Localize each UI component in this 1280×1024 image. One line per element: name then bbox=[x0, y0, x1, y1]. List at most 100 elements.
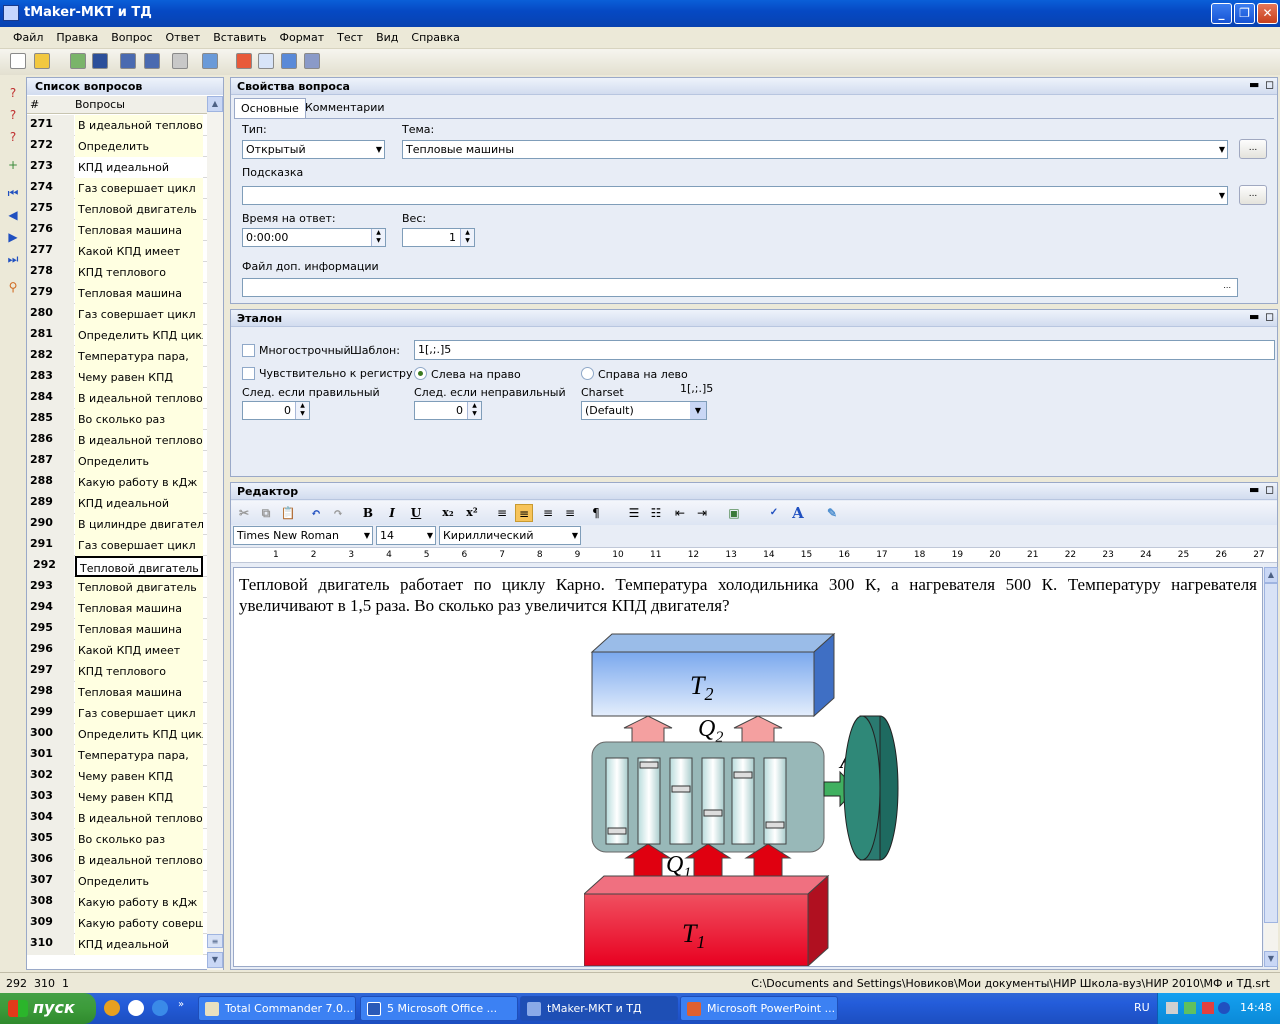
next-if-wrong-spinner[interactable]: ▲ ▼ bbox=[467, 402, 481, 419]
question-row[interactable]: 303 Чему равен КПД bbox=[27, 787, 207, 808]
paste-icon[interactable]: 📋 bbox=[279, 504, 297, 522]
question-row[interactable]: 293 Тепловой двигатель bbox=[27, 577, 207, 598]
outdent-icon[interactable]: ⇤ bbox=[671, 504, 689, 522]
font-family-select[interactable]: Times New Roman ▼ bbox=[233, 526, 373, 545]
menu-help[interactable]: Справка bbox=[404, 27, 465, 44]
hint-select[interactable]: ▼ bbox=[242, 186, 1228, 205]
menu-edit[interactable]: Правка bbox=[49, 27, 104, 44]
charset-select[interactable]: (Default) ▼ bbox=[581, 401, 707, 420]
copy-icon[interactable]: ⧉ bbox=[257, 504, 275, 522]
question-title[interactable]: В цилиндре двигателя bbox=[75, 514, 203, 535]
tab-main[interactable]: Основные bbox=[234, 98, 306, 118]
weight-input[interactable]: 1 ▲ ▼ bbox=[402, 228, 475, 247]
question-row[interactable]: 299 Газ совершает цикл bbox=[27, 703, 207, 724]
ruler[interactable]: 1 2 3 4 5 6 7 8 9 10 11 12 13 14 15 16 17 18 19 20 21 22 23 24 2… bbox=[231, 547, 1277, 563]
question-row[interactable]: 298 Тепловая машина bbox=[27, 682, 207, 703]
question-row[interactable]: 296 Какой КПД имеет bbox=[27, 640, 207, 661]
question-row[interactable]: 272 Определить bbox=[27, 136, 207, 157]
question-title[interactable]: Чему равен КПД bbox=[75, 787, 203, 808]
question-title[interactable]: Тепловой двигатель bbox=[75, 577, 203, 598]
question-row[interactable]: 288 Какую работу в кДж bbox=[27, 472, 207, 493]
question-title[interactable]: Определить bbox=[75, 871, 203, 892]
bullet-list-icon[interactable]: ☰ bbox=[625, 504, 643, 522]
question-title[interactable]: Какой КПД имеет bbox=[75, 241, 203, 262]
question-title[interactable]: В идеальной тепловой bbox=[75, 388, 203, 409]
export-icon[interactable] bbox=[70, 53, 86, 69]
first-icon[interactable]: ⏮ bbox=[5, 185, 21, 201]
question-title[interactable]: Газ совершает цикл bbox=[75, 178, 203, 199]
question-title[interactable]: Какую работу в кДж bbox=[75, 892, 203, 913]
question-title[interactable]: Какой КПД имеет bbox=[75, 640, 203, 661]
question-row[interactable]: 306 В идеальной тепловой bbox=[27, 850, 207, 871]
comments-icon[interactable] bbox=[258, 53, 274, 69]
scroll-down-button[interactable]: ▼ bbox=[207, 952, 223, 968]
question-row[interactable]: 301 Температура пара, bbox=[27, 745, 207, 766]
question-title[interactable]: Тепловая машина bbox=[75, 682, 203, 703]
question-row[interactable]: 309Какую работу совершил bbox=[27, 913, 207, 934]
question-title[interactable]: Определить КПД цикла bbox=[75, 724, 203, 745]
copy-question-icon[interactable]: + bbox=[5, 157, 21, 173]
next-if-right-input[interactable]: 0 ▲ ▼ bbox=[242, 401, 310, 420]
question-row[interactable]: 292 Тепловой двигатель bbox=[27, 556, 207, 577]
menu-file[interactable]: Файл bbox=[6, 27, 49, 44]
internet-explorer-icon[interactable] bbox=[152, 1000, 168, 1016]
minimize-button[interactable]: _ bbox=[1211, 3, 1232, 24]
language-indicator[interactable]: RU bbox=[1134, 1001, 1150, 1014]
next-if-wrong-input[interactable]: 0 ▲ ▼ bbox=[414, 401, 482, 420]
question-row[interactable]: 291 Газ совершает цикл bbox=[27, 535, 207, 556]
collapse-icon[interactable]: ▬ bbox=[1249, 310, 1259, 323]
question-title[interactable]: Газ совершает цикл bbox=[75, 535, 203, 556]
insert-question-icon[interactable]: ? bbox=[5, 107, 21, 123]
bold-icon[interactable]: B bbox=[359, 504, 377, 522]
spellcheck-icon[interactable]: ✓ bbox=[765, 504, 783, 522]
question-row[interactable]: 305 Во сколько раз bbox=[27, 829, 207, 850]
align-left-icon[interactable]: ≡ bbox=[493, 504, 511, 522]
numbered-list-icon[interactable]: ☷ bbox=[647, 504, 665, 522]
type-select[interactable]: Открытый ▼ bbox=[242, 140, 385, 159]
close-button[interactable]: ✕ bbox=[1257, 3, 1278, 24]
question-list-scrollbar[interactable]: ▲ ≡ ▼ bbox=[207, 96, 223, 970]
hint-browse-button[interactable]: ... bbox=[1239, 185, 1267, 205]
scroll-up-button[interactable]: ▲ bbox=[207, 96, 223, 112]
question-title[interactable]: Газ совершает цикл bbox=[75, 703, 203, 724]
statistics-icon[interactable] bbox=[281, 53, 297, 69]
new-file-icon[interactable] bbox=[10, 53, 26, 69]
question-row[interactable]: 274 Газ совершает цикл bbox=[27, 178, 207, 199]
script-select[interactable]: Кириллический ▼ bbox=[439, 526, 581, 545]
question-row[interactable]: 300 Определить КПД цикла bbox=[27, 724, 207, 745]
question-title[interactable]: Тепловой двигатель bbox=[75, 556, 203, 577]
save-as-icon[interactable] bbox=[144, 53, 160, 69]
media-player-icon[interactable] bbox=[128, 1000, 144, 1016]
antivirus-icon[interactable] bbox=[1184, 1002, 1196, 1014]
bluetooth-icon[interactable] bbox=[1218, 1002, 1230, 1014]
question-title[interactable]: Температура пара, bbox=[75, 346, 203, 367]
save-all-icon[interactable] bbox=[120, 53, 136, 69]
cut-icon[interactable]: ✂ bbox=[235, 504, 253, 522]
question-row[interactable]: 308 Какую работу в кДж bbox=[27, 892, 207, 913]
insert-image-icon[interactable]: ▣ bbox=[725, 504, 743, 522]
question-title[interactable]: Какую работу в кДж bbox=[75, 472, 203, 493]
font-size-select[interactable]: 14 ▼ bbox=[376, 526, 436, 545]
question-title[interactable]: Какую работу совершил bbox=[75, 913, 203, 934]
question-row[interactable]: 275 Тепловой двигатель bbox=[27, 199, 207, 220]
question-title[interactable]: Определить bbox=[75, 136, 203, 157]
preview-icon[interactable] bbox=[202, 53, 218, 69]
ltr-radio[interactable] bbox=[414, 367, 427, 380]
time-input[interactable]: 0:00:00 ▲ ▼ bbox=[242, 228, 386, 247]
question-row[interactable]: 289 КПД идеальной bbox=[27, 493, 207, 514]
collapse-icon[interactable]: ▬ bbox=[1249, 483, 1259, 496]
question-row[interactable]: 284 В идеальной тепловой bbox=[27, 388, 207, 409]
col-number-header[interactable]: # bbox=[30, 98, 39, 111]
maximize-button[interactable]: ❐ bbox=[1234, 3, 1255, 24]
question-title[interactable]: Определить КПД цикла bbox=[75, 325, 203, 346]
question-row[interactable]: 276 Тепловая машина bbox=[27, 220, 207, 241]
task-tmaker[interactable]: tMaker-МКТ и ТД bbox=[520, 996, 678, 1021]
question-title[interactable]: КПД идеальной bbox=[75, 157, 203, 178]
question-row[interactable]: 287 Определить bbox=[27, 451, 207, 472]
topic-select[interactable]: Тепловые машины ▼ bbox=[402, 140, 1228, 159]
underline-icon[interactable]: U bbox=[407, 504, 425, 522]
task-powerpoint[interactable]: Microsoft PowerPoint ... bbox=[680, 996, 838, 1021]
question-row[interactable]: 302 Чему равен КПД bbox=[27, 766, 207, 787]
next-if-right-spinner[interactable]: ▲ ▼ bbox=[295, 402, 309, 419]
quicklaunch-more-icon[interactable]: » bbox=[178, 999, 184, 1010]
